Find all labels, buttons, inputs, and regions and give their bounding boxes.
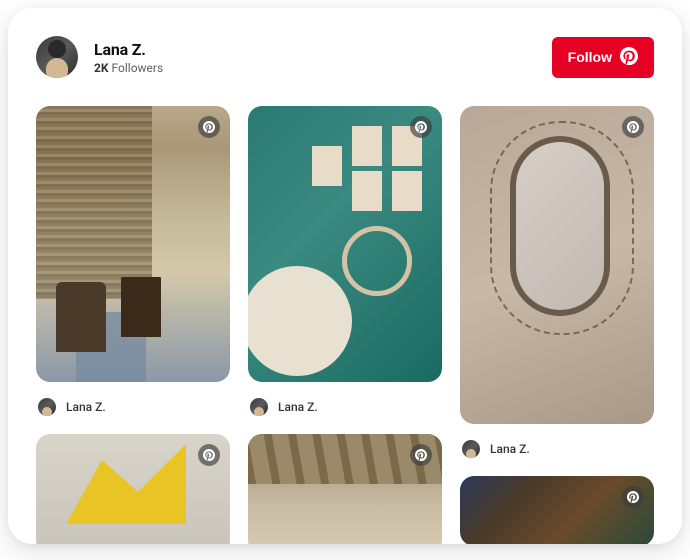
author-name[interactable]: Lana Z. [66,400,106,414]
pin-image[interactable] [248,106,442,382]
pin-card[interactable] [460,106,654,424]
author-avatar[interactable] [250,398,268,416]
follow-button-label: Follow [568,49,612,65]
pinterest-icon [620,47,638,68]
profile-card: Lana Z. 2K Followers Follow [8,8,682,544]
pin-attribution[interactable]: Lana Z. [36,396,230,420]
pin-image[interactable] [36,106,230,382]
pin-card[interactable] [248,106,442,382]
pinterest-badge-icon[interactable] [410,444,432,466]
pinterest-badge-icon[interactable] [410,116,432,138]
pin-image[interactable] [460,106,654,424]
followers-label: Followers [112,61,164,75]
pin-card[interactable] [460,476,654,544]
pinterest-badge-icon[interactable] [622,486,644,508]
pin-attribution[interactable]: Lana Z. [248,396,442,420]
pin-grid: Lana Z. Lana Z. [36,106,654,544]
author-name[interactable]: Lana Z. [278,400,318,414]
pin-image[interactable] [460,476,654,544]
followers: 2K Followers [94,61,163,75]
author-avatar[interactable] [462,440,480,458]
author-name[interactable]: Lana Z. [490,442,530,456]
profile-block[interactable]: Lana Z. 2K Followers [36,36,163,78]
pinterest-badge-icon[interactable] [198,444,220,466]
username[interactable]: Lana Z. [94,40,163,59]
avatar[interactable] [36,36,78,78]
pin-card[interactable] [36,434,230,544]
grid-column: Lana Z. [36,106,230,544]
pinterest-badge-icon[interactable] [622,116,644,138]
pin-attribution[interactable]: Lana Z. [460,438,654,462]
header: Lana Z. 2K Followers Follow [36,36,654,78]
profile-text: Lana Z. 2K Followers [94,40,163,75]
pin-card[interactable] [248,434,442,544]
follow-button[interactable]: Follow [552,37,654,78]
author-avatar[interactable] [38,398,56,416]
pin-card[interactable] [36,106,230,382]
grid-column: Lana Z. [248,106,442,544]
followers-count: 2K [94,61,109,75]
pinterest-badge-icon[interactable] [198,116,220,138]
grid-column: Lana Z. [460,106,654,544]
